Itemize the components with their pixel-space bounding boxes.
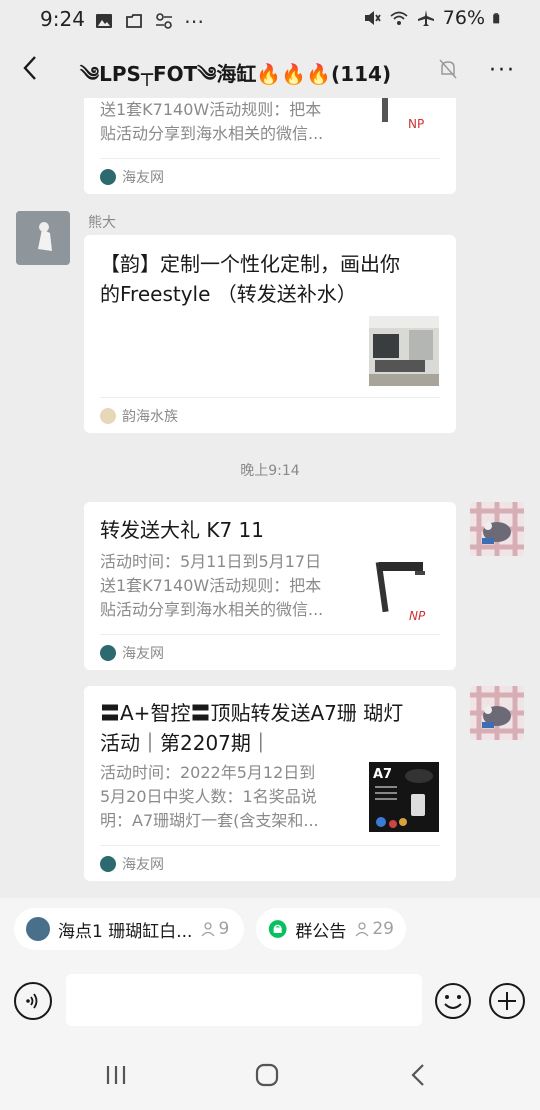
person-icon <box>355 922 369 937</box>
person-icon <box>201 922 215 937</box>
announcement-icon <box>268 920 287 938</box>
card-title-line: 活动｜第2207期｜ <box>100 731 271 755</box>
card-thumbnail: NP <box>370 98 440 138</box>
my-avatar[interactable] <box>470 502 524 556</box>
group-avatar-icon <box>26 917 50 941</box>
svg-text:NP: NP <box>409 609 426 623</box>
voice-button[interactable] <box>14 982 52 1020</box>
card-source: 海友网 <box>100 845 440 881</box>
input-bar <box>0 960 540 1042</box>
card-description-line: 贴活动分享到海水相关的微信... <box>100 124 324 143</box>
link-card[interactable]: 转发送大礼 K7 11 活动时间：5月11日到5月17日 送1套K7140W活动… <box>84 502 456 670</box>
card-description-line: 活动时间：5月11日到5月17日 <box>100 552 322 571</box>
sender-name: 熊大 <box>88 215 116 231</box>
battery-icon <box>493 13 500 24</box>
haiyou-logo-icon <box>100 644 116 661</box>
avatar[interactable] <box>16 211 70 265</box>
haiyou-logo-icon <box>100 855 116 872</box>
status-bar: 9:24 ⋯ 76% <box>0 0 540 38</box>
card-description-line: 送1套K7140W活动规则：把本 <box>100 100 322 119</box>
home-button[interactable] <box>247 1060 287 1090</box>
quick-chips-bar: 海点1 珊瑚缸白... 9 群公告 29 <box>0 898 540 960</box>
svg-text:NP: NP <box>408 117 424 131</box>
system-nav-bar <box>0 1042 540 1110</box>
card-source-name: 韵海水族 <box>122 408 178 425</box>
mute-icon <box>364 11 381 25</box>
gallery-icon <box>96 14 112 28</box>
chip-group-announcement[interactable]: 群公告 29 <box>256 908 406 950</box>
link-card[interactable]: 送1套K7140W活动规则：把本 贴活动分享到海水相关的微信... NP 海友网 <box>84 98 456 194</box>
card-description-line: 活动时间：2022年5月12日到 <box>100 763 316 782</box>
nav-back-button[interactable] <box>398 1060 438 1090</box>
link-card[interactable]: 〓A+智控〓顶贴转发送A7珊 瑚灯 活动｜第2207期｜ 活动时间：2022年5… <box>84 686 456 881</box>
card-description-line: 明：A7珊瑚灯一套(含支架和... <box>100 811 319 830</box>
card-title-line: 【韵】定制一个性化定制，画出你 <box>100 252 400 276</box>
recent-apps-icon <box>106 1066 126 1084</box>
back-button[interactable] <box>12 50 48 86</box>
card-thumbnail: A7 <box>369 762 439 832</box>
settings-sliders-icon <box>156 13 172 29</box>
card-title-line: 的Freestyle （转发送补水） <box>100 282 357 306</box>
folder-icon <box>126 14 142 28</box>
airplane-mode-icon <box>417 10 434 26</box>
yunhai-logo-icon <box>100 407 116 424</box>
battery-percent: 76% <box>442 7 485 29</box>
home-icon <box>255 1063 279 1087</box>
card-description-line: 贴活动分享到海水相关的微信... <box>100 600 324 619</box>
card-description-line: 5月20日中奖人数：1名奖品说 <box>100 787 317 806</box>
chip-count: 29 <box>372 919 394 939</box>
chip-label: 群公告 <box>295 921 347 942</box>
add-attachment-icon[interactable] <box>488 982 526 1020</box>
chevron-left-icon <box>23 56 36 80</box>
voice-icon <box>26 993 38 1009</box>
chip-linked-group[interactable]: 海点1 珊瑚缸白... 9 <box>14 908 244 950</box>
card-source-name: 海友网 <box>122 856 164 873</box>
more-notifications-icon: ⋯ <box>184 9 204 33</box>
card-title: 转发送大礼 K7 11 <box>100 518 265 542</box>
svg-text:A7: A7 <box>373 767 392 782</box>
emoji-icon[interactable] <box>434 982 472 1020</box>
wifi-icon <box>390 11 408 25</box>
message-input[interactable] <box>66 974 422 1026</box>
muted-bell-icon <box>439 59 457 79</box>
card-source-name: 海友网 <box>122 169 164 186</box>
message-list[interactable]: 送1套K7140W活动规则：把本 贴活动分享到海水相关的微信... NP 海友网… <box>0 98 540 898</box>
chip-label: 海点1 珊瑚缸白... <box>58 921 193 942</box>
haiyou-logo-icon <box>100 168 116 185</box>
card-source-name: 海友网 <box>122 645 164 662</box>
back-arrow-icon <box>411 1064 424 1086</box>
card-description-line: 送1套K7140W活动规则：把本 <box>100 576 322 595</box>
link-card[interactable]: 【韵】定制一个性化定制，画出你 的Freestyle （转发送补水） 韵海水族 <box>84 235 456 433</box>
my-avatar[interactable] <box>470 686 524 740</box>
card-thumbnail <box>369 316 439 386</box>
status-time: 9:24 <box>40 7 85 31</box>
card-title-line: 〓A+智控〓顶贴转发送A7珊 瑚灯 <box>100 701 404 725</box>
more-options-button[interactable]: ··· <box>489 58 516 83</box>
card-source: 韵海水族 <box>100 397 440 433</box>
chip-count: 9 <box>218 919 230 939</box>
card-source: 海友网 <box>100 158 440 194</box>
card-source: 海友网 <box>100 634 440 670</box>
time-separator: 晚上9:14 <box>240 463 300 479</box>
chat-header: ༄LPS┬FOT༄海缸🔥🔥🔥(114) ··· <box>0 38 540 98</box>
card-thumbnail: NP <box>369 556 439 626</box>
recent-apps-button[interactable] <box>96 1060 136 1090</box>
